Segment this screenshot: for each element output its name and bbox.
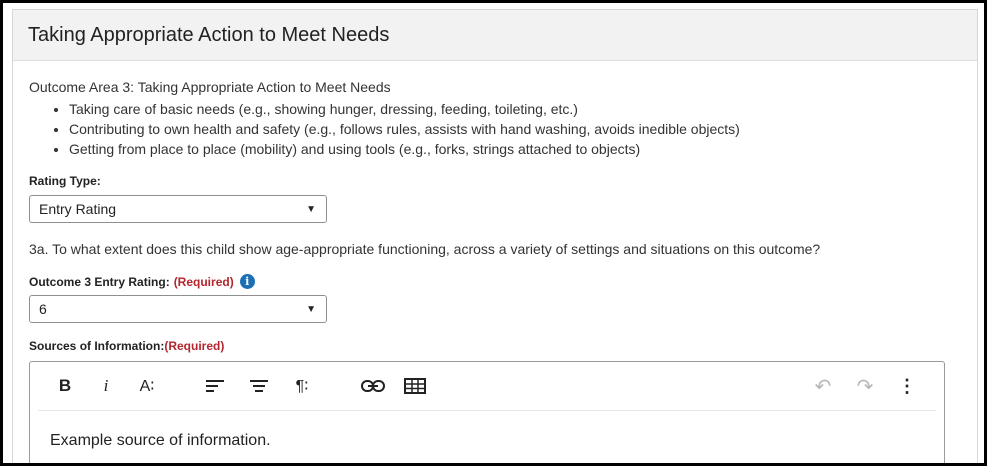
- panel-body: Outcome Area 3: Taking Appropriate Actio…: [13, 61, 977, 463]
- rating-type-label: Rating Type:: [29, 174, 101, 188]
- list-item: Getting from place to place (mobility) a…: [69, 139, 961, 159]
- chevron-down-icon: ▼: [306, 303, 316, 315]
- info-icon[interactable]: i: [239, 274, 255, 289]
- outcome-panel: Taking Appropriate Action to Meet Needs …: [12, 9, 978, 463]
- entry-rating-value: 6: [39, 301, 47, 317]
- required-indicator: (Required): [173, 274, 234, 289]
- rating-type-select[interactable]: Entry Rating ▼: [29, 195, 327, 223]
- table-icon[interactable]: [402, 373, 428, 399]
- sources-label-row: Sources of Information:(Required): [29, 337, 961, 355]
- rating-type-value: Entry Rating: [39, 201, 117, 217]
- font-size-icon[interactable]: A∶: [134, 373, 160, 399]
- align-left-icon[interactable]: [203, 373, 229, 399]
- outcome-bullet-list: Taking care of basic needs (e.g., showin…: [29, 99, 961, 159]
- bold-icon[interactable]: B: [52, 373, 78, 399]
- list-item: Taking care of basic needs (e.g., showin…: [69, 99, 961, 119]
- editor-content[interactable]: Example source of information.: [50, 432, 271, 450]
- entry-rating-label: Outcome 3 Entry Rating:: [29, 274, 170, 289]
- panel-title: Taking Appropriate Action to Meet Needs: [28, 23, 390, 46]
- entry-rating-label-row: Outcome 3 Entry Rating: (Required) i: [29, 274, 961, 289]
- panel-header: Taking Appropriate Action to Meet Needs: [13, 10, 977, 61]
- link-icon[interactable]: [360, 373, 386, 399]
- align-center-icon[interactable]: [246, 373, 272, 399]
- entry-rating-select[interactable]: 6 ▼: [29, 295, 327, 323]
- question-text: 3a. To what extent does this child show …: [29, 241, 821, 257]
- italic-icon[interactable]: i: [93, 373, 119, 399]
- more-vertical-icon[interactable]: ⋮: [894, 373, 920, 399]
- editor-toolbar: B i A∶ ¶∶ ↶ ↷ ⋮: [30, 362, 944, 410]
- toolbar-divider: [38, 410, 936, 411]
- list-item: Contributing to own health and safety (e…: [69, 119, 961, 139]
- paragraph-icon[interactable]: ¶∶: [289, 373, 315, 399]
- required-indicator: (Required): [164, 339, 225, 353]
- outcome-heading: Outcome Area 3: Taking Appropriate Actio…: [29, 79, 391, 95]
- window-frame: Taking Appropriate Action to Meet Needs …: [0, 0, 987, 466]
- sources-rich-text-editor[interactable]: B i A∶ ¶∶ ↶ ↷ ⋮ Example source of inform…: [29, 361, 945, 463]
- sources-label: Sources of Information:: [29, 339, 165, 353]
- undo-icon[interactable]: ↶: [810, 373, 836, 399]
- chevron-down-icon: ▼: [306, 203, 316, 215]
- redo-icon[interactable]: ↷: [852, 373, 878, 399]
